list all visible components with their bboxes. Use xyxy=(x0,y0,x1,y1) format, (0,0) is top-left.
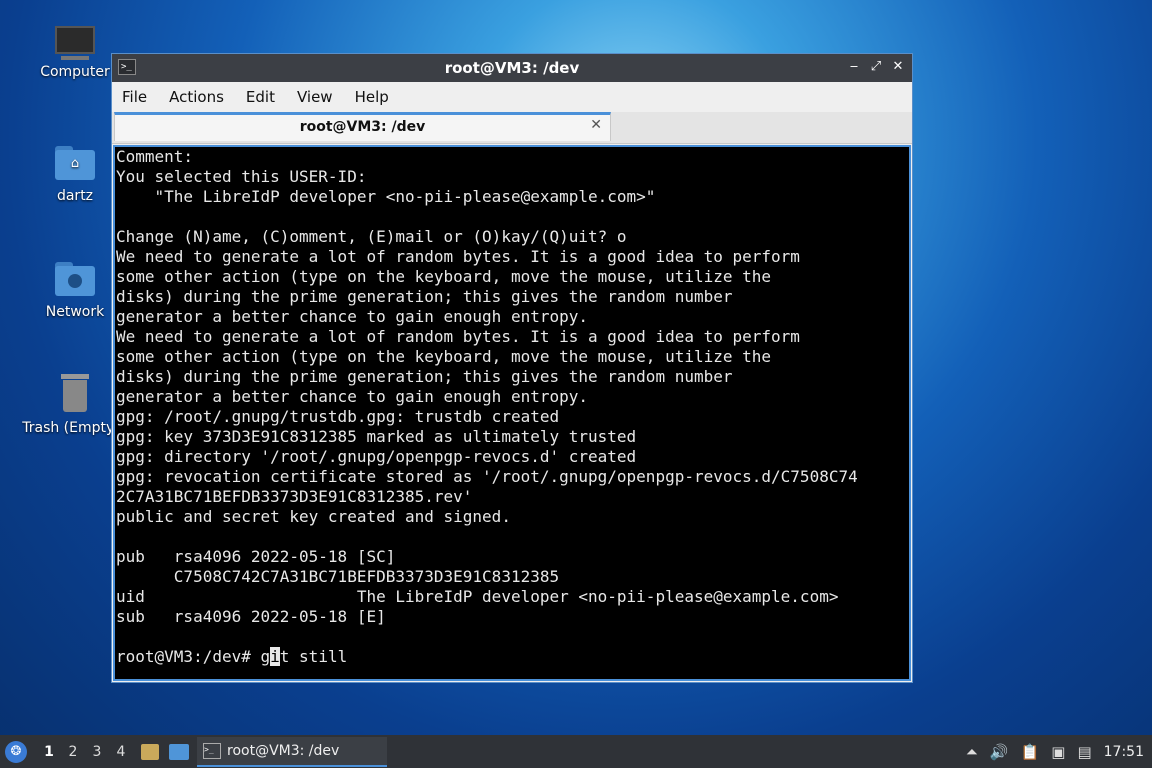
terminal-line: disks) during the prime generation; this… xyxy=(116,367,733,386)
start-menu-icon[interactable]: ❂ xyxy=(5,740,27,763)
terminal-line: generator a better chance to gain enough… xyxy=(116,387,589,406)
terminal-line: sub rsa4096 2022-05-18 [E] xyxy=(116,607,386,626)
terminal-text: Comment: You selected this USER-ID: "The … xyxy=(115,147,909,647)
desktop-icon-network[interactable]: Network xyxy=(25,256,125,320)
tab-bar: root@VM3: /dev ✕ xyxy=(112,112,912,144)
trash-icon xyxy=(53,372,97,416)
network-monitor-icon[interactable]: ▣ xyxy=(1051,743,1065,761)
terminal-line: generator a better chance to gain enough… xyxy=(116,307,589,326)
terminal-line: "The LibreIdP developer <no-pii-please@e… xyxy=(116,187,656,206)
menu-help[interactable]: Help xyxy=(355,88,389,106)
text-cursor: i xyxy=(270,647,280,666)
desktop-icon-label: Trash (Empty) xyxy=(22,420,120,436)
volume-icon[interactable]: 🔊 xyxy=(990,743,1009,761)
terminal-line: Comment: xyxy=(116,147,194,166)
network-folder-icon xyxy=(53,256,97,300)
desktop-icon-home[interactable]: ⌂ dartz xyxy=(25,140,125,204)
tray-up-arrow-icon[interactable]: ⏶ xyxy=(966,743,978,761)
terminal-line: some other action (type on the keyboard,… xyxy=(116,347,772,366)
desktop-icon-label: dartz xyxy=(56,188,94,204)
shell-prompt: root@VM3:/dev# xyxy=(116,647,261,666)
terminal-line: uid The LibreIdP developer <no-pii-pleas… xyxy=(116,587,839,606)
terminal-line: We need to generate a lot of random byte… xyxy=(116,327,800,346)
menu-file[interactable]: File xyxy=(122,88,147,106)
terminal-line: public and secret key created and signed… xyxy=(116,507,511,526)
show-desktop-icon[interactable] xyxy=(169,743,189,760)
terminal-window: >_ root@VM3: /dev ‒ ⤢ ✕ File Actions Edi… xyxy=(111,53,913,683)
workspace-3[interactable]: 3 xyxy=(85,744,109,760)
notification-icon[interactable]: ▤ xyxy=(1077,743,1091,761)
workspace-1[interactable]: 1 xyxy=(37,744,61,760)
terminal-line: Change (N)ame, (C)omment, (E)mail or (O)… xyxy=(116,227,627,246)
home-folder-icon: ⌂ xyxy=(53,140,97,184)
maximize-button[interactable]: ⤢ xyxy=(868,58,884,76)
computer-icon xyxy=(53,24,97,68)
window-titlebar[interactable]: >_ root@VM3: /dev ‒ ⤢ ✕ xyxy=(112,54,912,82)
system-tray: ⏶ 🔊 📋 ▣ ▤ 17:51 xyxy=(966,735,1144,768)
terminal-line: some other action (type on the keyboard,… xyxy=(116,267,772,286)
tab-terminal[interactable]: root@VM3: /dev ✕ xyxy=(114,112,611,141)
workspace-2[interactable]: 2 xyxy=(61,744,85,760)
typed-input: g xyxy=(260,647,271,666)
tab-close-icon[interactable]: ✕ xyxy=(590,117,602,133)
menu-actions[interactable]: Actions xyxy=(169,88,224,106)
terminal-line: 2C7A31BC71BEFDB3373D3E91C8312385.rev' xyxy=(116,487,473,506)
terminal-line: disks) during the prime generation; this… xyxy=(116,287,733,306)
clipboard-icon[interactable]: 📋 xyxy=(1021,743,1040,761)
terminal-task-icon: >_ xyxy=(203,742,221,759)
menu-view[interactable]: View xyxy=(297,88,333,106)
terminal-prompt-line[interactable]: root@VM3:/dev# git still xyxy=(115,647,909,667)
menu-edit[interactable]: Edit xyxy=(246,88,275,106)
window-title: root@VM3: /dev xyxy=(444,59,580,77)
taskbar: ❂ 1 2 3 4 >_ root@VM3: /dev ⏶ 🔊 📋 ▣ ▤ 17… xyxy=(0,735,1152,768)
terminal-line: gpg: revocation certificate stored as '/… xyxy=(116,467,858,486)
desktop-icon-trash[interactable]: Trash (Empty) xyxy=(22,372,125,436)
desktop-icon-computer[interactable]: Computer xyxy=(25,24,125,80)
terminal-line: gpg: /root/.gnupg/trustdb.gpg: trustdb c… xyxy=(116,407,560,426)
terminal-line: pub rsa4096 2022-05-18 [SC] xyxy=(116,547,396,566)
file-manager-icon[interactable] xyxy=(141,743,159,760)
terminal-line: gpg: key 373D3E91C8312385 marked as ulti… xyxy=(116,427,637,446)
clock[interactable]: 17:51 xyxy=(1104,744,1144,760)
terminal-line: gpg: directory '/root/.gnupg/openpgp-rev… xyxy=(116,447,637,466)
terminal-line: We need to generate a lot of random byte… xyxy=(116,247,800,266)
desktop-icon-label: Network xyxy=(45,304,105,320)
terminal-output[interactable]: Comment: You selected this USER-ID: "The … xyxy=(113,145,911,681)
tab-label: root@VM3: /dev xyxy=(299,119,426,135)
terminal-line: C7508C742C7A31BC71BEFDB3373D3E91C8312385 xyxy=(116,567,560,586)
minimize-button[interactable]: ‒ xyxy=(846,58,862,76)
menu-bar: File Actions Edit View Help xyxy=(112,82,912,112)
close-button[interactable]: ✕ xyxy=(890,58,906,76)
taskbar-task-terminal[interactable]: >_ root@VM3: /dev xyxy=(197,736,387,767)
taskbar-task-label: root@VM3: /dev xyxy=(227,742,340,759)
workspace-4[interactable]: 4 xyxy=(109,744,133,760)
terminal-line: You selected this USER-ID: xyxy=(116,167,367,186)
typed-input-rest: t still xyxy=(279,647,348,666)
